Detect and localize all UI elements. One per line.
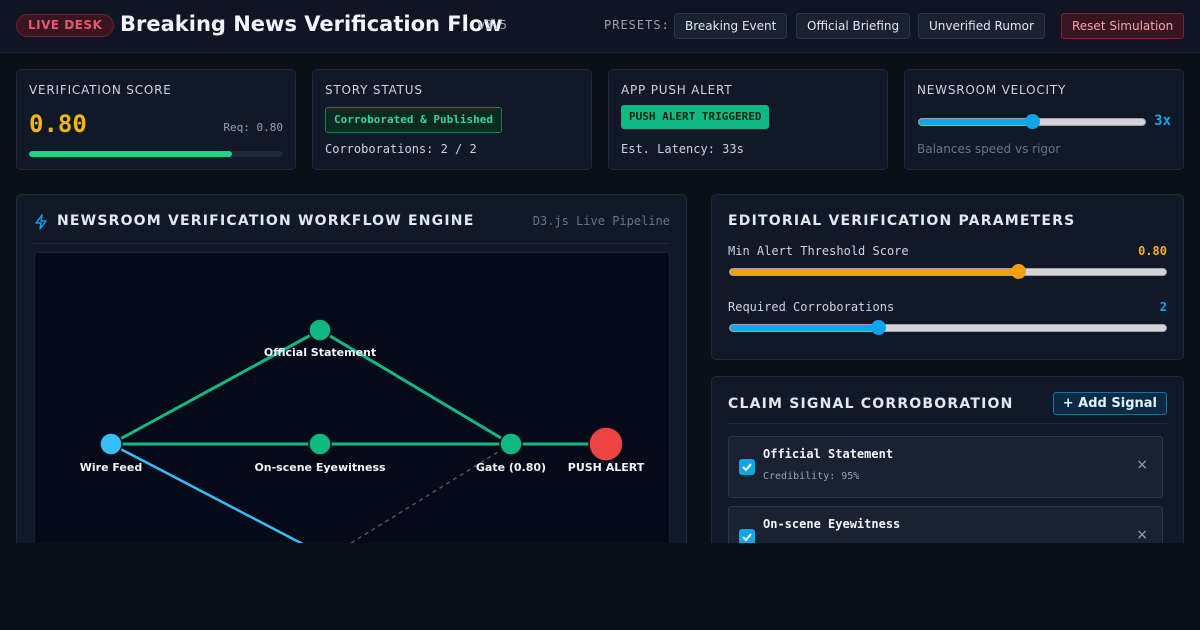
story-status-badge: Corroborated & Published: [325, 107, 502, 133]
verification-score-fill: [29, 151, 233, 157]
node-push-alert[interactable]: [588, 426, 624, 462]
threshold-slider[interactable]: [729, 264, 1167, 279]
push-alert-label: App Push Alert: [621, 83, 733, 97]
app-title: Breaking News Verification Flow: [120, 12, 503, 36]
threshold-value: 0.80: [1138, 244, 1167, 258]
push-alert-card: App Push Alert PUSH ALERT TRIGGERED Est.…: [608, 69, 888, 170]
corroborations-count: Corroborations: 2 / 2: [325, 142, 477, 156]
preset-unverified-rumor-button[interactable]: Unverified Rumor: [918, 13, 1045, 39]
threshold-slider-fill: [730, 269, 1018, 275]
node-official-statement[interactable]: [308, 318, 332, 342]
workflow-engine-panel: Newsroom Verification Workflow Engine D3…: [16, 194, 687, 594]
story-status-label: Story Status: [325, 83, 423, 97]
node-label-official-statement: Official Statement: [264, 346, 376, 359]
velocity-slider-fill: [919, 119, 1032, 125]
presets-label: PRESETS:: [604, 18, 670, 32]
check-icon: [742, 463, 752, 472]
velocity-caption: Balances speed vs rigor: [917, 142, 1061, 156]
editorial-params-title: Editorial Verification Parameters: [728, 213, 1076, 229]
verification-score-bar: [29, 151, 283, 157]
add-signal-button[interactable]: + Add Signal: [1052, 392, 1167, 415]
corroborations-label: Required Corroborations: [728, 300, 895, 314]
reset-simulation-button[interactable]: Reset Simulation: [1061, 13, 1185, 39]
newsroom-velocity-label: Newsroom Velocity: [917, 83, 1067, 97]
corroborations-slider-thumb[interactable]: [871, 320, 887, 335]
push-alert-badge: PUSH ALERT TRIGGERED: [621, 105, 770, 129]
preset-official-briefing-button[interactable]: Official Briefing: [796, 13, 911, 39]
editorial-params-panel: Editorial Verification Parameters Min Al…: [711, 194, 1184, 360]
node-label-wire-feed: Wire Feed: [80, 461, 142, 474]
velocity-slider[interactable]: [918, 114, 1146, 129]
signal-name: On-scene Eyewitness: [763, 517, 901, 531]
node-label-push-alert: PUSH ALERT: [568, 461, 645, 474]
signal-name: Official Statement: [763, 447, 894, 461]
corroborations-slider-fill: [730, 325, 879, 331]
check-icon: [742, 533, 752, 542]
claim-signals-title: Claim Signal Corroboration: [728, 396, 1014, 412]
signal-checkbox[interactable]: [739, 459, 755, 475]
node-wire-feed[interactable]: [99, 432, 123, 456]
verification-score-required: Req: 0.80: [223, 121, 283, 134]
story-status-card: Story Status Corroborated & Published Co…: [312, 69, 592, 170]
remove-signal-icon[interactable]: ×: [1136, 527, 1148, 543]
workflow-engine-title: Newsroom Verification Workflow Engine: [57, 213, 475, 229]
signal-credibility: Credibility: 95%: [763, 471, 860, 482]
velocity-value: 3x: [1154, 113, 1171, 129]
corroborations-slider[interactable]: [729, 320, 1167, 335]
estimated-latency: Est. Latency: 33s: [621, 142, 744, 156]
node-gate[interactable]: [499, 432, 523, 456]
threshold-label: Min Alert Threshold Score: [728, 244, 909, 258]
live-desk-badge: LIVE DESK: [16, 14, 115, 37]
remove-signal-icon[interactable]: ×: [1136, 457, 1148, 473]
signals-divider: [728, 423, 1167, 424]
workflow-graph-svg: Wire Feed Official Statement On-scene Ey…: [80, 318, 645, 555]
verification-score-card: Verification Score 0.80 Req: 0.80: [16, 69, 296, 170]
node-eyewitness[interactable]: [308, 432, 332, 456]
app-version: v3.5: [478, 18, 507, 32]
threshold-slider-thumb[interactable]: [1010, 264, 1026, 279]
verification-score-value: 0.80: [29, 110, 87, 138]
node-label-eyewitness: On-scene Eyewitness: [254, 461, 386, 474]
newsroom-velocity-card: Newsroom Velocity 3x Balances speed vs r…: [904, 69, 1184, 170]
workflow-divider: [33, 243, 670, 244]
signal-item: Official Statement Credibility: 95% ×: [728, 436, 1163, 498]
workflow-graph: Wire Feed Official Statement On-scene Ey…: [34, 252, 670, 555]
verification-score-label: Verification Score: [29, 83, 172, 97]
app-header: LIVE DESK Breaking News Verification Flo…: [0, 0, 1200, 53]
velocity-slider-thumb[interactable]: [1025, 114, 1040, 129]
pipeline-tag: D3.js Live Pipeline: [532, 214, 670, 228]
preset-breaking-event-button[interactable]: Breaking Event: [674, 13, 788, 39]
lightning-icon: [34, 214, 48, 230]
viewport-cutoff: [0, 543, 1200, 630]
node-label-gate: Gate (0.80): [476, 461, 546, 474]
corroborations-value: 2: [1159, 300, 1167, 314]
